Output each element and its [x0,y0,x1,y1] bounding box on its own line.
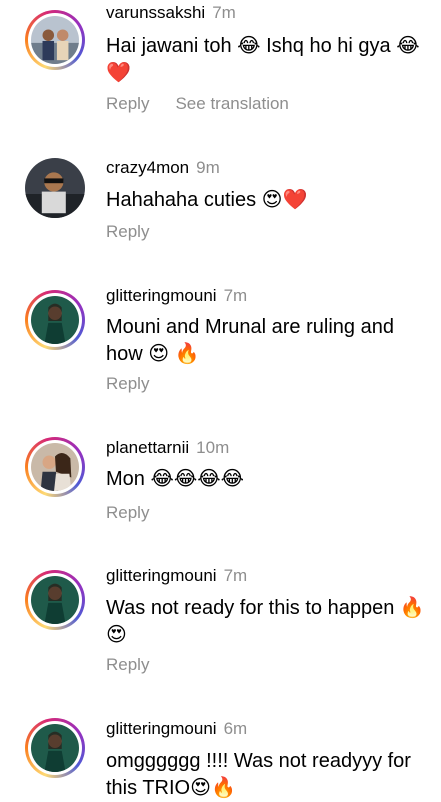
comment-time: 10m [196,438,230,457]
avatar-image [31,576,79,624]
avatar-image [25,158,85,218]
avatar[interactable] [25,290,85,350]
reply-button[interactable]: Reply [106,222,149,241]
avatar[interactable] [25,10,85,70]
comment-text: Was not ready for this to happen 🔥😍 [106,597,425,646]
avatar-image [31,443,79,491]
avatar[interactable] [25,437,85,497]
comment-time: 6m [223,719,248,738]
avatar-image [31,724,79,772]
comment-username[interactable]: glitteringmouni [106,566,217,585]
comment-username[interactable]: glitteringmouni [106,286,217,305]
comment-time: 7m [223,566,248,585]
comment-text: Mon 😂😂😂😂 [106,468,244,490]
comment-username[interactable]: crazy4mon [106,158,189,177]
avatar-image [31,16,79,64]
avatar[interactable] [25,570,85,630]
avatar-image [31,296,79,344]
see-translation-link[interactable]: See translation [175,94,288,113]
comment-text: Hai jawani toh 😂 Ishq ho hi gya 😂❤️ [106,35,420,84]
reply-button[interactable]: Reply [106,655,149,674]
comment-text: Hahahaha cuties 😍❤️ [106,189,308,211]
comment-username[interactable]: glitteringmouni [106,719,217,738]
reply-button[interactable]: Reply [106,94,149,113]
comment-username[interactable]: planettarnii [106,438,189,457]
reply-button[interactable]: Reply [106,374,149,393]
comment-username[interactable]: varunssakshi [106,3,205,22]
comment-time: 7m [223,286,248,305]
avatar[interactable] [25,718,85,778]
avatar[interactable] [25,158,85,218]
comment-text: omgggggg !!!! Was not readyyy for this T… [106,750,411,799]
comment-text: Mouni and Mrunal are ruling and how 😍 🔥 [106,316,394,365]
reply-button[interactable]: Reply [106,503,149,522]
comment-time: 9m [196,158,220,177]
comment-time: 7m [212,3,236,22]
